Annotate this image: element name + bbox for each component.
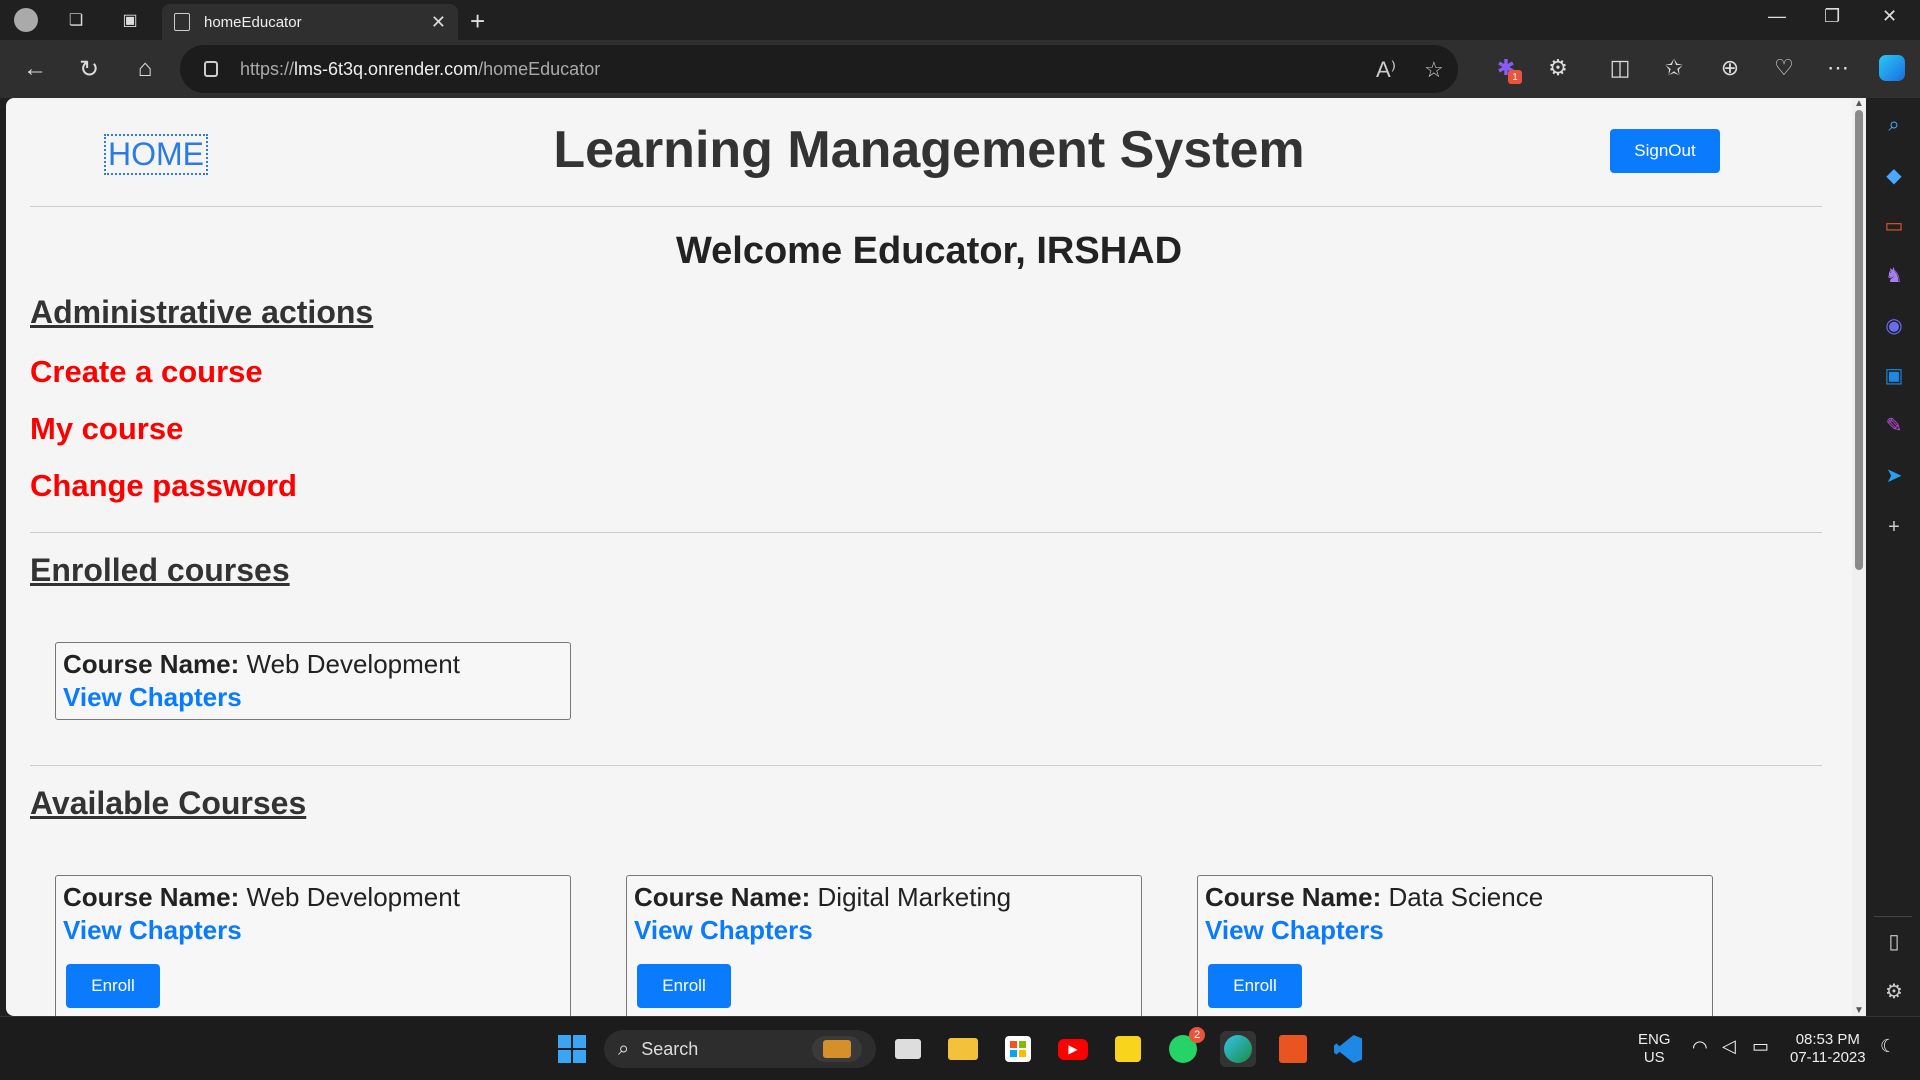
microsoft-store-icon[interactable] [1000,1031,1036,1067]
address-toolbar: ← ↻ ⌂ https://lms-6t3q.onrender.com/home… [0,40,1920,98]
favorites-icon[interactable]: ✩ [1660,54,1688,82]
divider [30,532,1822,533]
search-icon: ⌕ [618,1037,630,1060]
divider [30,765,1822,766]
clock[interactable]: 08:53 PM 07-11-2023 [1790,1031,1866,1067]
more-menu-icon[interactable]: ⋯ [1824,54,1852,82]
edge-browser-icon[interactable] [1220,1031,1256,1067]
language-indicator[interactable]: ENG US [1638,1031,1671,1067]
course-name: Course Name: Data Science [1205,882,1544,912]
volume-icon[interactable]: ◁ [1722,1036,1736,1057]
available-course-card: Course Name: Digital Marketing View Chap… [626,875,1142,1016]
settings-icon[interactable]: ⚙ [1881,978,1907,1004]
signout-button[interactable]: SignOut [1610,129,1720,173]
admin-actions-heading: Administrative actions [30,294,374,330]
view-chapters-link[interactable]: View Chapters [634,915,1134,946]
scroll-up-arrow-icon[interactable]: ▲ [1854,98,1864,109]
browser-tab-bar: ❏ ▣ homeEducator ✕ + — ❐ ✕ [0,0,1920,40]
scroll-down-arrow-icon[interactable]: ▼ [1854,1005,1864,1016]
youtube-icon[interactable]: ▶ [1055,1031,1091,1067]
welcome-heading: Welcome Educator, IRSHAD [675,230,1183,272]
my-course-link[interactable]: My course [30,411,183,447]
read-aloud-icon[interactable]: A⁾ [1376,57,1396,83]
view-chapters-link[interactable]: View Chapters [1205,915,1705,946]
notifications-icon[interactable]: ☾ [1880,1036,1896,1057]
browser-tab[interactable]: homeEducator ✕ [162,4,458,40]
outlook-icon[interactable]: ▣ [1881,362,1907,388]
change-password-link[interactable]: Change password [30,468,297,504]
copilot-icon[interactable] [1878,54,1906,82]
search-placeholder: Search [641,1038,699,1059]
extensions-icon[interactable]: ⚙ [1544,54,1572,82]
refresh-button[interactable]: ↻ [74,54,104,84]
lms-page: HOME Learning Management System SignOut … [6,98,1852,1016]
view-chapters-link[interactable]: View Chapters [63,915,563,946]
battery-icon[interactable]: ▭ [1752,1036,1769,1057]
favorite-star-icon[interactable]: ☆ [1424,57,1444,83]
extension-icon[interactable]: ✱ 1 [1492,54,1522,84]
enroll-button[interactable]: Enroll [637,964,731,1008]
whatsapp-badge: 2 [1189,1027,1205,1043]
tab-title: homeEducator [204,13,302,31]
taskbar-search[interactable]: ⌕ Search [604,1030,876,1068]
search-icon[interactable]: ⌕ [1881,112,1907,138]
workspaces-icon[interactable]: ❏ [64,8,88,32]
designer-icon[interactable]: ✎ [1881,412,1907,438]
enroll-button[interactable]: Enroll [66,964,160,1008]
scroll-thumb[interactable] [1855,110,1863,570]
available-course-card: Course Name: Web Development View Chapte… [55,875,571,1016]
ubuntu-icon[interactable] [1275,1031,1311,1067]
tab-actions-icon[interactable]: ▣ [118,8,142,32]
games-icon[interactable]: ♞ [1881,262,1907,288]
page-favicon-icon [174,13,190,31]
window-close-button[interactable]: ✕ [1882,6,1897,27]
edge-sidebar: ⌕ ◆ ▭ ♞ ◉ ▣ ✎ ➤ + ▯ ⚙ [1866,98,1920,1016]
view-chapters-link[interactable]: View Chapters [63,682,563,713]
flipkart-icon[interactable] [1110,1031,1146,1067]
address-bar[interactable]: https://lms-6t3q.onrender.com/homeEducat… [180,45,1458,93]
add-icon[interactable]: + [1881,514,1907,540]
browser-essentials-icon[interactable]: ♡ [1770,54,1798,82]
lock-icon[interactable] [204,61,218,77]
sidebar-divider [1874,916,1912,917]
available-course-card: Course Name: Data Science View Chapters … [1197,875,1713,1016]
profile-icon[interactable] [14,8,38,32]
url-text[interactable]: https://lms-6t3q.onrender.com/homeEducat… [240,59,600,80]
send-icon[interactable]: ➤ [1881,462,1907,488]
enroll-button[interactable]: Enroll [1208,964,1302,1008]
available-courses-heading: Available Courses [30,785,307,821]
site-title: Learning Management System [553,121,1305,179]
whatsapp-icon[interactable]: 2 [1165,1027,1205,1067]
enrolled-courses-heading: Enrolled courses [30,552,290,588]
minimize-button[interactable]: — [1768,6,1786,27]
course-name: Course Name: Web Development [63,882,460,912]
collections-icon[interactable]: ⊕ [1716,54,1744,82]
hide-sidebar-icon[interactable]: ▯ [1881,928,1907,954]
page-viewport: HOME Learning Management System SignOut … [6,98,1866,1016]
enrolled-course-card: Course Name: Web Development View Chapte… [55,642,571,720]
task-view-icon[interactable] [890,1031,926,1067]
search-highlight-icon [812,1036,862,1062]
vscode-icon[interactable] [1330,1031,1366,1067]
divider [30,206,1822,207]
extension-badge: 1 [1508,70,1522,84]
file-explorer-icon[interactable] [945,1031,981,1067]
shopping-tag-icon[interactable]: ◆ [1881,162,1907,188]
home-button[interactable]: ⌂ [130,54,160,84]
wifi-icon[interactable]: ◠ [1692,1037,1708,1058]
restore-button[interactable]: ❐ [1824,6,1840,27]
split-screen-icon[interactable]: ◫ [1606,54,1634,82]
back-button[interactable]: ← [20,54,50,84]
new-tab-button[interactable]: + [470,6,485,37]
windows-taskbar: ⌕ Search ▶ 2 ENG US ◠ ◁ ▭ 08:53 PM 07-11-2… [0,1016,1920,1080]
start-button-icon[interactable] [554,1031,590,1067]
tab-close-icon[interactable]: ✕ [431,12,446,33]
create-course-link[interactable]: Create a course [30,354,263,390]
course-name: Course Name: Web Development [63,649,460,679]
tools-icon[interactable]: ▭ [1881,212,1907,238]
course-name: Course Name: Digital Marketing [634,882,1012,912]
vertical-scrollbar[interactable]: ▲ ▼ [1852,98,1866,1016]
microsoft-365-icon[interactable]: ◉ [1881,312,1907,338]
